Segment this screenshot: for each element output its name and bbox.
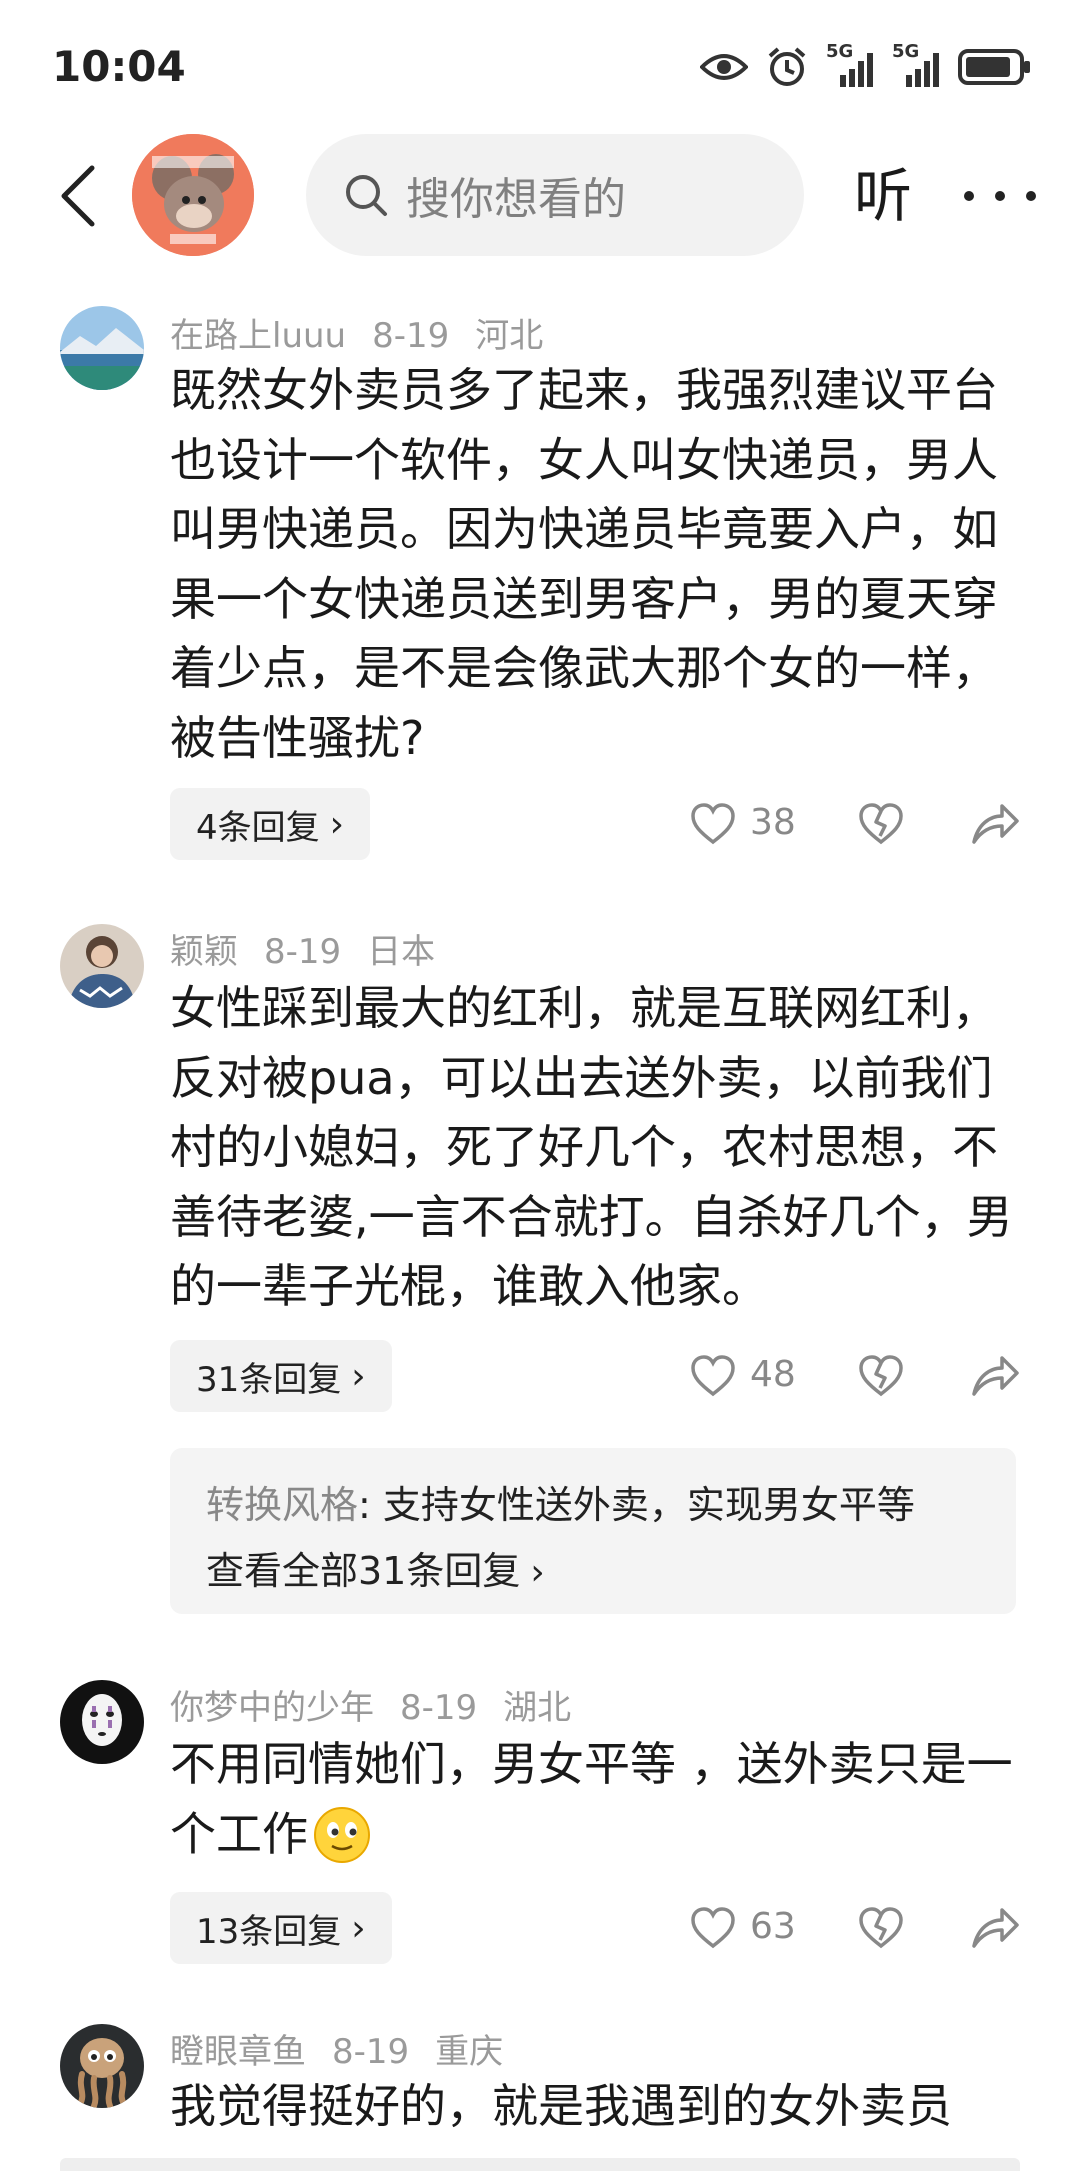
heart-like-icon[interactable] [690, 802, 736, 846]
chevron-right-icon: › [329, 803, 345, 845]
more-options-button[interactable] [964, 160, 1036, 232]
person-avatar-image [60, 924, 144, 1008]
status-bar: 10:04 5G 5G [0, 0, 1080, 130]
more-dot-icon [964, 191, 974, 201]
view-all-replies-link[interactable]: 查看全部31条回复 › [206, 1540, 545, 1595]
search-icon [342, 171, 390, 219]
bottom-input-bar[interactable] [60, 2158, 1020, 2171]
chevron-left-icon [61, 165, 95, 227]
replies-label: 13条回复 [196, 1911, 342, 1952]
comment-meta: 瞪眼章鱼 8-19 重庆 [170, 2024, 503, 2073]
commenter-avatar[interactable] [60, 2024, 144, 2108]
comment-meta: 你梦中的少年 8-19 湖北 [170, 1680, 571, 1729]
comment-meta: 颖颖 8-19 日本 [170, 924, 435, 973]
battery-icon [958, 49, 1030, 85]
reply-preview-author[interactable]: 转换风格 [206, 1483, 358, 1527]
comment-location: 日本 [367, 932, 436, 972]
comment-date: 8-19 [372, 316, 450, 356]
more-dot-icon [995, 191, 1005, 201]
like-count: 48 [750, 1354, 796, 1395]
comment-meta: 在路上luuu 8-19 河北 [170, 308, 543, 357]
chevron-right-icon: › [351, 1907, 366, 1949]
signal-icon-1: 5G [826, 41, 874, 89]
comment-text: 女性踩到最大的红利，就是互联网红利，反对被pua，可以出去送外卖，以前我们村的小… [170, 981, 1013, 1313]
comment-date: 8-19 [332, 2032, 410, 2072]
replies-button[interactable]: 31条回复 › [170, 1340, 392, 1412]
status-icons: 5G 5G [700, 41, 1032, 90]
comment-location: 重庆 [435, 2032, 504, 2072]
replies-button[interactable]: 4条回复 › [170, 788, 371, 860]
smiley-emoji-icon [314, 1806, 370, 1863]
broken-heart-icon[interactable] [858, 1904, 904, 1950]
comment-actions: 48 [680, 1340, 1020, 1412]
share-icon[interactable] [970, 1352, 1020, 1398]
listen-button[interactable]: 听 [854, 158, 912, 234]
like-count: 38 [750, 802, 796, 843]
comment-location: 河北 [475, 316, 544, 356]
status-time: 10:04 [52, 42, 186, 91]
alarm-icon [768, 47, 806, 86]
comment-text: 既然女外卖员多了起来，我强烈建议平台也设计一个软件，女人叫女快递员，男人叫男快递… [170, 363, 998, 765]
chevron-right-icon: › [351, 1355, 366, 1397]
network-label-1: 5G [826, 41, 854, 62]
nav-bar: 搜你想看的 听 [0, 130, 1080, 260]
cartoon-mouse-avatar-image [132, 134, 254, 256]
comment-location: 湖北 [503, 1688, 572, 1728]
view-all-replies-label: 查看全部31条回复 [206, 1549, 521, 1593]
search-placeholder: 搜你想看的 [406, 174, 626, 225]
author-avatar[interactable] [132, 134, 254, 256]
replies-button[interactable]: 13条回复 › [170, 1892, 392, 1964]
more-dot-icon [1026, 191, 1036, 201]
comment-text-body: 不用同情她们，男女平等 ，送外卖只是一个工作 [170, 1737, 1013, 1861]
comment-text: 我觉得挺好的，就是我遇到的女外卖员 [170, 2079, 952, 2133]
broken-heart-icon[interactable] [858, 800, 904, 846]
commenter-avatar[interactable] [60, 306, 144, 390]
commenter-avatar[interactable] [60, 924, 144, 1008]
comment-username[interactable]: 颖颖 [170, 932, 238, 972]
chevron-right-icon: › [530, 1552, 545, 1593]
reply-preview-box[interactable]: 转换风格: 支持女性送外卖，实现男女平等 查看全部31条回复 › [170, 1448, 1016, 1614]
replies-label: 4条回复 [196, 807, 320, 848]
back-button[interactable] [48, 158, 108, 234]
landscape-avatar-image [60, 306, 144, 390]
comment-actions: 38 [680, 788, 1020, 860]
reply-preview-content: : 支持女性送外卖，实现男女平等 [358, 1483, 915, 1527]
eye-icon [700, 54, 748, 80]
replies-label: 31条回复 [196, 1359, 342, 1400]
comment-actions: 63 [680, 1892, 1020, 1964]
comment-date: 8-19 [400, 1688, 478, 1728]
comment-username[interactable]: 瞪眼章鱼 [170, 2032, 306, 2072]
octopus-avatar-image [60, 2024, 144, 2108]
commenter-avatar[interactable] [60, 1680, 144, 1764]
comment-text: 不用同情她们，男女平等 ，送外卖只是一个工作 [170, 1730, 1030, 1869]
signal-icon-2: 5G [892, 41, 940, 89]
comment-date: 8-19 [264, 932, 342, 972]
broken-heart-icon[interactable] [858, 1352, 904, 1398]
comment-username[interactable]: 你梦中的少年 [170, 1688, 374, 1728]
heart-like-icon[interactable] [690, 1906, 736, 1950]
share-icon[interactable] [970, 1904, 1020, 1950]
like-count: 63 [750, 1906, 796, 1947]
no-face-avatar-image [60, 1680, 144, 1764]
share-icon[interactable] [970, 800, 1020, 846]
network-label-2: 5G [892, 41, 920, 62]
search-input[interactable]: 搜你想看的 [306, 134, 804, 256]
reply-preview-text: 转换风格: 支持女性送外卖，实现男女平等 [206, 1474, 915, 1529]
comment-username[interactable]: 在路上luuu [170, 316, 346, 356]
heart-like-icon[interactable] [690, 1354, 736, 1398]
